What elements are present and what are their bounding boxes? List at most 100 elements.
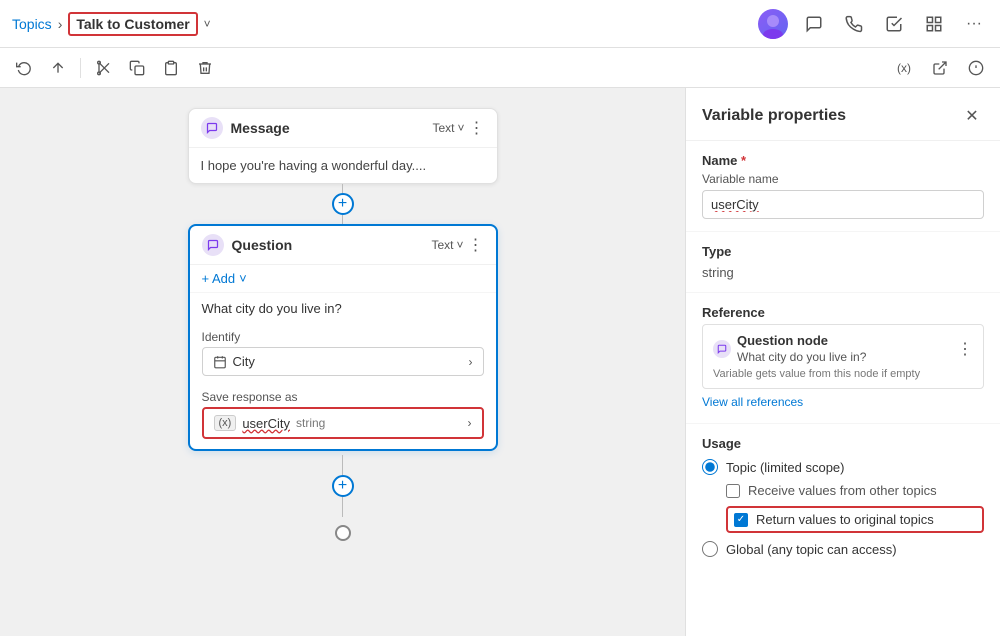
message-node[interactable]: Message Text ˅ ⋮ I hope you're having a …: [188, 108, 498, 184]
connector-line-top: [342, 184, 343, 193]
usage-label: Usage: [702, 436, 984, 451]
canvas-content: Message Text ˅ ⋮ I hope you're having a …: [188, 108, 498, 541]
redo-button[interactable]: [42, 52, 74, 84]
message-node-header: Message Text ˅ ⋮: [189, 109, 497, 148]
bottom-line-bottom: [342, 497, 343, 517]
breadcrumb: Topics › Talk to Customer ˅: [12, 12, 211, 36]
identify-field[interactable]: City ›: [202, 347, 484, 376]
breadcrumb-topics[interactable]: Topics: [12, 16, 52, 32]
type-field-label: Type: [702, 244, 984, 259]
reference-node-details: Question node What city do you live in?: [737, 333, 866, 364]
undo-button[interactable]: [8, 52, 40, 84]
message-more-icon[interactable]: ⋮: [469, 118, 485, 138]
save-response-label: Save response as: [190, 384, 496, 407]
question-node-header-left: Question: [202, 234, 293, 256]
copy-nodes-button[interactable]: [121, 52, 153, 84]
question-add-button[interactable]: + Add ˅: [190, 265, 496, 293]
reference-node-note: Variable gets value from this node if em…: [713, 368, 973, 380]
message-node-header-right: Text ˅ ⋮: [432, 118, 484, 138]
panel-title: Variable properties: [702, 107, 846, 125]
required-marker: *: [741, 153, 746, 168]
variable-properties-panel: Variable properties ✕ Name * Variable na…: [685, 88, 1000, 636]
global-radio-label: Global (any topic can access): [726, 542, 897, 557]
variable-name-input[interactable]: [702, 190, 984, 219]
panel-header: Variable properties ✕: [686, 88, 1000, 141]
breadcrumb-current-topic: Talk to Customer: [68, 12, 197, 36]
test-icon[interactable]: [880, 10, 908, 38]
return-values-label: Return values to original topics: [756, 512, 934, 527]
paste-button[interactable]: [155, 52, 187, 84]
question-node-header: Question Text ˅ ⋮: [190, 226, 496, 265]
breadcrumb-chevron-icon[interactable]: ˅: [204, 17, 211, 31]
message-type-badge[interactable]: Text ˅: [432, 121, 464, 135]
add-chevron-icon: ˅: [239, 271, 247, 286]
question-type-chevron-icon: ˅: [456, 238, 463, 252]
end-node-circle: [335, 525, 351, 541]
delete-button[interactable]: [189, 52, 221, 84]
message-node-header-left: Message: [201, 117, 290, 139]
usage-section: Usage Topic (limited scope) Receive valu…: [686, 424, 1000, 577]
cut-button[interactable]: [87, 52, 119, 84]
info-button[interactable]: [960, 52, 992, 84]
return-values-checkbox[interactable]: ✓: [734, 513, 748, 527]
reference-section: Reference Question node What city do you…: [686, 293, 1000, 424]
add-node-button-bottom[interactable]: +: [332, 475, 354, 497]
message-type-label: Text: [432, 121, 454, 135]
reference-node-sub: What city do you live in?: [737, 350, 866, 364]
message-node-icon: [201, 117, 223, 139]
reference-node-title: Question node: [737, 333, 866, 348]
global-radio[interactable]: [702, 541, 718, 557]
message-node-title: Message: [231, 120, 290, 136]
canvas[interactable]: Message Text ˅ ⋮ I hope you're having a …: [0, 88, 685, 636]
add-node-button-top[interactable]: +: [332, 193, 354, 215]
grid-icon[interactable]: [920, 10, 948, 38]
identify-chevron-icon[interactable]: ›: [469, 355, 473, 369]
topic-radio[interactable]: [702, 459, 718, 475]
question-node-title: Question: [232, 237, 293, 253]
phone-icon[interactable]: [840, 10, 868, 38]
save-response-left: (x) userCity string: [214, 415, 468, 431]
panel-close-button[interactable]: ✕: [960, 104, 984, 128]
message-content: I hope you're having a wonderful day....: [201, 158, 427, 173]
more-icon[interactable]: ···: [960, 10, 988, 38]
variable-button[interactable]: (x): [888, 52, 920, 84]
var-name: userCity: [242, 416, 290, 431]
reference-box: Question node What city do you live in? …: [702, 324, 984, 389]
connector-line-bottom: [342, 215, 343, 224]
message-to-question-connector: +: [332, 184, 354, 224]
identify-value: City: [233, 354, 255, 369]
question-more-icon[interactable]: ⋮: [468, 235, 484, 255]
receive-values-label: Receive values from other topics: [748, 483, 937, 498]
top-nav-right: ···: [758, 9, 988, 39]
save-response-field[interactable]: (x) userCity string ›: [202, 407, 484, 439]
identify-icon: [213, 355, 227, 369]
topic-radio-label: Topic (limited scope): [726, 460, 845, 475]
view-all-references-link[interactable]: View all references: [702, 395, 803, 409]
message-type-chevron-icon: ˅: [457, 121, 464, 135]
chat-icon[interactable]: [800, 10, 828, 38]
topic-radio-row: Topic (limited scope): [702, 459, 984, 475]
message-node-body: I hope you're having a wonderful day....: [189, 148, 497, 183]
return-values-row: ✓ Return values to original topics: [726, 506, 984, 533]
identify-label: Identify: [190, 324, 496, 347]
reference-node-icon: [713, 340, 731, 358]
external-link-button[interactable]: [924, 52, 956, 84]
receive-values-row: Receive values from other topics: [726, 483, 984, 498]
reference-more-icon[interactable]: ⋮: [957, 339, 973, 359]
bottom-line-top: [342, 455, 343, 475]
bottom-connector: +: [332, 455, 354, 541]
receive-values-checkbox[interactable]: [726, 484, 740, 498]
global-radio-row: Global (any topic can access): [702, 541, 984, 557]
type-section: Type string: [686, 232, 1000, 293]
save-response-chevron-icon[interactable]: ›: [468, 416, 472, 430]
main-area: Message Text ˅ ⋮ I hope you're having a …: [0, 88, 1000, 636]
avatar[interactable]: [758, 9, 788, 39]
question-node[interactable]: Question Text ˅ ⋮ + Add ˅ What city: [188, 224, 498, 451]
question-type-badge[interactable]: Text ˅: [431, 238, 463, 252]
toolbar: (x): [0, 48, 1000, 88]
name-section: Name * Variable name: [686, 141, 1000, 232]
question-text: What city do you live in?: [190, 293, 496, 324]
var-badge: (x): [214, 415, 237, 431]
toolbar-right: (x): [888, 52, 992, 84]
toolbar-separator: [80, 58, 81, 78]
